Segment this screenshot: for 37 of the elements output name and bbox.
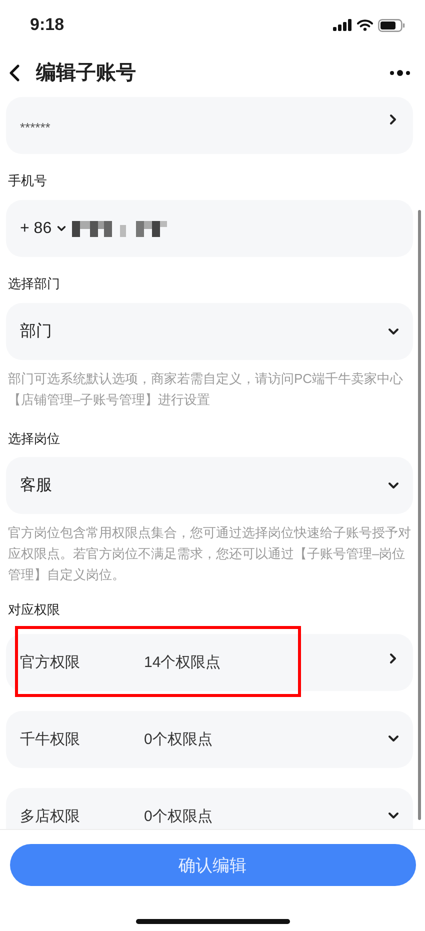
page-title: 编辑子账号 [36,60,137,86]
field-label: 选择部门 [8,276,60,291]
chevron-down-icon [388,810,399,820]
wifi-icon [357,19,373,31]
chevron-down-icon [388,732,399,744]
status-time: 9:18 [30,15,64,35]
permission-row[interactable]: 官方权限 14个权限点 [6,634,413,691]
select-field[interactable]: 部门 [6,303,413,360]
chevron-right-icon [388,114,399,124]
permission-count: 14个权限点 [144,653,222,672]
field-label: 选择岗位 [8,431,60,446]
field-label: 手机号 [8,173,47,188]
chevron-down-icon [388,326,399,337]
permission-count: 0个权限点 [144,730,214,749]
permission-count: 0个权限点 [144,807,214,826]
back-button[interactable] [8,64,20,82]
permission-row[interactable]: 多店权限 0个权限点 [6,788,413,829]
permission-name: 多店权限 [20,807,81,826]
hint-text: 官方岗位包含常用权限点集合，您可通过选择岗位快速给子账号授予对应权限点。若官方岗位不满足需求，您还可以通过【子账号管理–岗位管理】自定义岗位。 [8,524,412,584]
select-field[interactable]: 客服 [6,457,413,514]
field-label: 对应权限 [8,602,60,617]
more-button[interactable] [389,68,411,76]
select-value: 客服 [20,476,53,496]
chevron-down-icon [388,480,399,491]
hint-text: 部门可选系统默认选项，商家若需自定义，请访问PC端千牛卖家中心【店铺管理–子账号管理】进行设置 [8,370,404,409]
password-field[interactable]: ****** [6,97,413,154]
permission-name: 千牛权限 [20,730,81,749]
chevron-right-icon [388,653,399,664]
permission-name: 官方权限 [20,653,81,672]
battery-icon [378,18,405,32]
select-value: 部门 [20,322,53,342]
signal-icon [333,19,352,31]
password-value: ****** [20,120,52,135]
chevron-down-icon [56,224,66,233]
permission-row[interactable]: 千牛权限 0个权限点 [6,711,413,768]
country-code: + 86 [20,220,52,238]
phone-field[interactable]: + 86 [6,200,413,257]
